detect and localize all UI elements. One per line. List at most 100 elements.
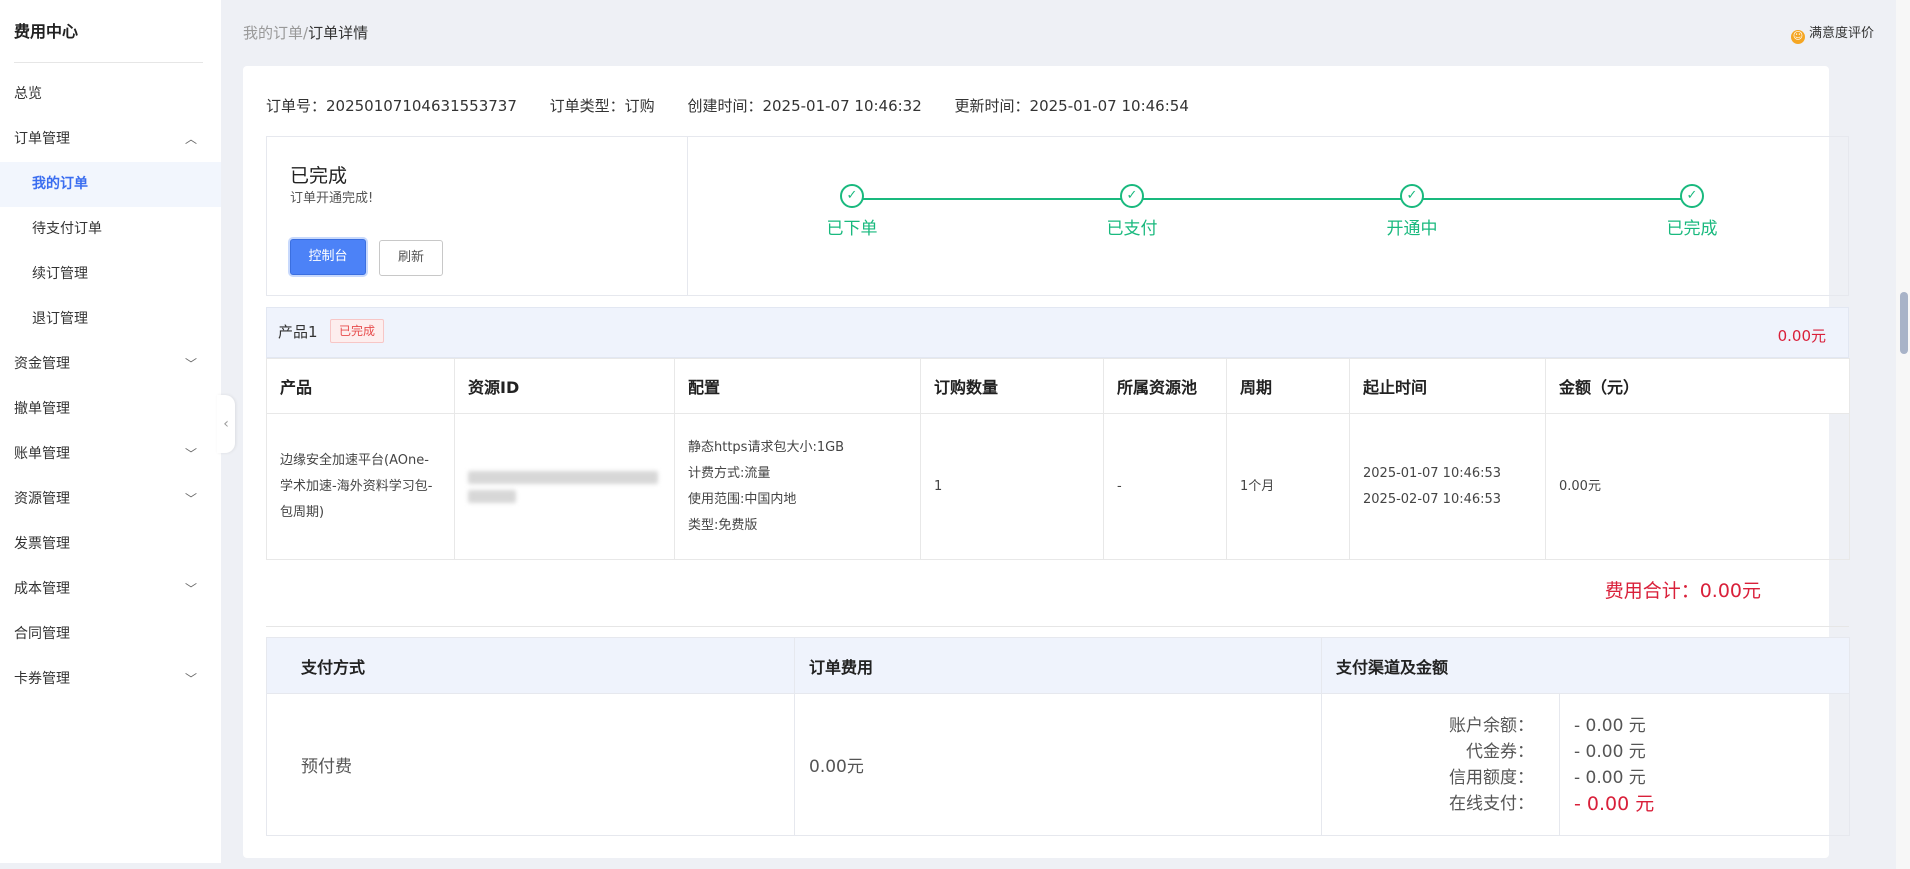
console-button[interactable]: 控制台 (290, 239, 366, 275)
step-ordered: ✓ 已下单 (792, 184, 912, 239)
start-time: 2025-01-07 10:46:53 (1363, 465, 1502, 481)
product-name: 产品1 (278, 323, 318, 341)
sidebar-item-label: 退订管理 (32, 311, 88, 327)
column-header: 支付渠道及金额 (1321, 637, 1850, 694)
sidebar: 费用中心 总览 订单管理 ︿ 我的订单 待支付订单 续订管理 退订管理 资金管理 ﹀ 撤单管理 账单… (0, 0, 221, 863)
sidebar-item-label: 资金管理 (14, 356, 70, 372)
product-table: 产品 资源ID 配置 订购数量 所属资源池 周期 起止时间 金额（元） 边缘安全… (266, 358, 1850, 560)
breadcrumb-current: 订单详情 (308, 24, 369, 42)
step-paid: ✓ 已支付 (1072, 184, 1192, 239)
sidebar-item[interactable]: 待支付订单 (0, 207, 221, 252)
column-header: 订购数量 (920, 358, 1104, 414)
product-header: 产品1 已完成 0.00元 (266, 307, 1849, 358)
order-detail-card: 订单号：2025010710463155​3737 订单类型：订购 创建时间：2… (243, 66, 1850, 858)
step-label: 已支付 (1106, 219, 1158, 239)
column-header: 资源ID (454, 358, 675, 414)
resource-pool-cell: - (1103, 413, 1227, 560)
order-progress-steps: ✓ 已下单 ✓ 已支付 ✓ 开通中 ✓ 已完成 (688, 137, 1848, 295)
quantity-cell: 1 (920, 413, 1104, 560)
channel-label: 在线支付： (1449, 793, 1534, 814)
sidebar-item[interactable]: 成本管理 ﹀ (0, 567, 221, 612)
sidebar-item-label: 资源管理 (14, 491, 70, 507)
end-time: 2025-02-07 10:46:53 (1363, 491, 1502, 507)
sidebar-item-label: 续订管理 (32, 266, 88, 282)
sidebar-menu: 总览 订单管理 ︿ 我的订单 待支付订单 续订管理 退订管理 资金管理 ﹀ 撤单管理 账单管理 ﹀ 资源… (0, 72, 221, 702)
check-icon: ✓ (840, 184, 864, 208)
sidebar-item[interactable]: 账单管理 ﹀ (0, 432, 221, 477)
channel-label: 账户余额： (1449, 715, 1534, 736)
sidebar-divider (14, 62, 203, 63)
sidebar-item[interactable]: 续订管理 (0, 252, 221, 297)
column-header: 产品 (266, 358, 455, 414)
chevron-up-icon: ︿ (184, 132, 197, 146)
progress-line (852, 198, 1692, 200)
channels-wrap: 账户余额： 代金券： 信用额度： 在线支付： - 0.00 元 - 0.00 元… (1322, 694, 1849, 835)
chevron-down-icon: ﹀ (184, 492, 197, 506)
smile-icon: ☺ (1790, 30, 1805, 44)
scrollbar-thumb[interactable] (1900, 292, 1908, 354)
sidebar-item-label: 发票管理 (14, 536, 70, 552)
table-header-row: 产品 资源ID 配置 订购数量 所属资源池 周期 起止时间 金额（元） (266, 358, 1850, 414)
check-icon: ✓ (1680, 184, 1704, 208)
vertical-scrollbar[interactable] (1896, 0, 1910, 869)
channel-value: - 0.00 元 (1574, 741, 1646, 762)
sidebar-item[interactable]: 资金管理 ﹀ (0, 342, 221, 387)
sidebar-item-label: 合同管理 (14, 626, 70, 642)
column-header: 订单费用 (794, 637, 1322, 694)
resource-id-cell-redacted (454, 413, 675, 560)
channel-value: - 0.00 元 (1574, 767, 1646, 788)
channel-labels: 账户余额： 代金券： 信用额度： 在线支付： (1322, 694, 1560, 835)
created-time: 创建时间：2025-01-07 10:46:32 (687, 97, 922, 115)
sidebar-collapse-handle[interactable]: ‹ (217, 395, 235, 453)
column-header: 起止时间 (1349, 358, 1546, 414)
table-row: 边缘安全加速平台(AOne-学术加速-海外资料学习包-包周期) 静态https请… (266, 413, 1850, 560)
step-label: 开通中 (1386, 219, 1438, 239)
config-line: 计费方式:流量 (688, 465, 771, 481)
status-summary: 已完成 订单开通完成! 控制台 刷新 (267, 137, 688, 295)
time-range-cell: 2025-01-07 10:46:53 2025-02-07 10:46:53 (1349, 413, 1546, 560)
config-line: 使用范围:中国内地 (688, 491, 797, 507)
sidebar-item[interactable]: 总览 (0, 72, 221, 117)
refresh-button[interactable]: 刷新 (379, 240, 443, 276)
payment-table: 支付方式 订单费用 支付渠道及金额 预付费 0.00元 账户余额： 代金券： 信… (266, 637, 1850, 836)
order-status-box: 已完成 订单开通完成! 控制台 刷新 ✓ 已下单 ✓ 已支付 ✓ 开通中 ✓ 已… (266, 136, 1849, 296)
redacted-bar (468, 470, 658, 484)
channel-label: 信用额度： (1449, 767, 1534, 788)
section-divider (266, 626, 1849, 627)
sidebar-item-label: 账单管理 (14, 446, 70, 462)
step-completed: ✓ 已完成 (1632, 184, 1752, 239)
column-header: 配置 (674, 358, 921, 414)
sidebar-item-label: 卡券管理 (14, 671, 70, 687)
column-header: 支付方式 (266, 637, 795, 694)
channel-value-online: - 0.00 元 (1574, 792, 1655, 815)
step-label: 已下单 (826, 219, 878, 239)
satisfaction-rating-link[interactable]: ☺ 满意度评价 (1790, 22, 1874, 44)
chevron-down-icon: ﹀ (184, 447, 197, 461)
sidebar-item[interactable]: 退订管理 (0, 297, 221, 342)
total-fee: 费用合计：0.00元 (1604, 580, 1761, 602)
sidebar-item[interactable]: 发票管理 (0, 522, 221, 567)
channel-label: 代金券： (1466, 741, 1534, 762)
sidebar-item-label: 订单管理 (14, 131, 70, 147)
sidebar-item[interactable]: 合同管理 (0, 612, 221, 657)
order-fee-cell: 0.00元 (794, 693, 1322, 836)
sidebar-item-label: 撤单管理 (14, 401, 70, 417)
check-icon: ✓ (1120, 184, 1144, 208)
config-cell: 静态https请求包大小:1GB 计费方式:流量 使用范围:中国内地 类型:免费… (674, 413, 921, 560)
sidebar-item[interactable]: 撤单管理 (0, 387, 221, 432)
order-meta: 订单号：2025010710463155​3737 订单类型：订购 创建时间：2… (266, 95, 1217, 116)
sidebar-item[interactable]: 订单管理 ︿ (0, 117, 221, 162)
sidebar-item[interactable]: 我的订单 (0, 162, 221, 207)
sidebar-item-label: 待支付订单 (32, 221, 102, 237)
chevron-left-icon: ‹ (223, 416, 229, 432)
breadcrumb-parent[interactable]: 我的订单 (243, 24, 303, 42)
table-row: 预付费 0.00元 账户余额： 代金券： 信用额度： 在线支付： - 0.00 … (266, 693, 1850, 836)
config-line: 静态https请求包大小:1GB (688, 439, 845, 455)
order-number: 订单号：2025010710463155​3737 (266, 97, 517, 115)
updated-time: 更新时间：2025-01-07 10:46:54 (954, 97, 1189, 115)
config-line: 类型:免费版 (688, 517, 758, 533)
sidebar-item[interactable]: 卡券管理 ﹀ (0, 657, 221, 702)
check-icon: ✓ (1400, 184, 1424, 208)
sidebar-item-label: 总览 (14, 86, 42, 102)
sidebar-item[interactable]: 资源管理 ﹀ (0, 477, 221, 522)
